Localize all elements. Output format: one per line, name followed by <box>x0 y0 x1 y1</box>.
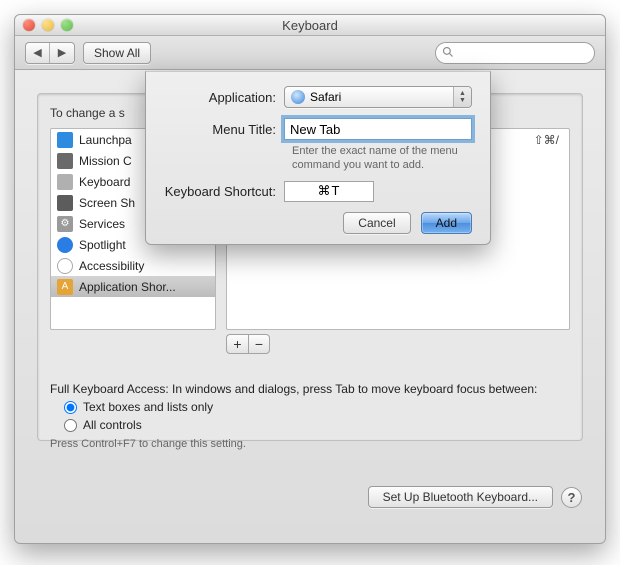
fka-radio-all[interactable]: All controls <box>64 418 537 432</box>
add-shortcut-button[interactable]: + <box>226 334 248 354</box>
sheet-buttons: Cancel Add <box>164 212 472 234</box>
accessibility-icon <box>57 258 73 274</box>
bluetooth-keyboard-button[interactable]: Set Up Bluetooth Keyboard... <box>368 486 553 508</box>
fka-radio-textboxes[interactable]: Text boxes and lists only <box>64 400 537 414</box>
sidebar-item-app-shortcuts[interactable]: A Application Shor... <box>51 276 215 297</box>
fka-intro: Full Keyboard Access: In windows and dia… <box>50 382 537 396</box>
application-row: Application: Safari ▲▼ <box>164 86 472 108</box>
sidebar-item-label: Application Shor... <box>79 280 176 294</box>
search-icon <box>442 46 454 61</box>
bottom-actions: Set Up Bluetooth Keyboard... ? <box>368 486 582 508</box>
show-all-button[interactable]: Show All <box>83 42 151 64</box>
menu-title-label: Menu Title: <box>164 122 284 137</box>
mission-control-icon <box>57 153 73 169</box>
screenshot-icon <box>57 195 73 211</box>
fka-radio-label: All controls <box>83 418 142 432</box>
popup-arrows-icon: ▲▼ <box>453 87 471 107</box>
application-popup[interactable]: Safari ▲▼ <box>284 86 472 108</box>
add-shortcut-sheet: Application: Safari ▲▼ Menu Title: Enter… <box>145 71 491 245</box>
shortcut-row: Keyboard Shortcut: ⌘T <box>164 181 472 202</box>
menu-title-help: Enter the exact name of the menu command… <box>292 144 472 173</box>
keyboard-icon <box>57 174 73 190</box>
fka-radio-textboxes-input[interactable] <box>64 401 77 414</box>
minimize-button[interactable] <box>42 19 54 31</box>
sidebar-item-label: Services <box>79 217 125 231</box>
fka-radio-label: Text boxes and lists only <box>83 400 213 414</box>
sidebar-item-label: Mission C <box>79 154 132 168</box>
titlebar[interactable]: Keyboard <box>15 15 605 36</box>
full-keyboard-access: Full Keyboard Access: In windows and dia… <box>50 382 537 450</box>
menu-title-row: Menu Title: <box>164 118 472 140</box>
search-input[interactable] <box>435 42 595 64</box>
close-button[interactable] <box>23 19 35 31</box>
application-value: Safari <box>310 90 341 104</box>
traffic-lights <box>15 19 73 31</box>
fka-hint: Press Control+F7 to change this setting. <box>50 438 537 450</box>
sidebar-item-label: Launchpa <box>79 133 132 147</box>
app-shortcuts-icon: A <box>57 279 73 295</box>
search-field-wrap <box>435 42 595 64</box>
forward-button[interactable]: ▶ <box>50 43 74 63</box>
sidebar-item-label: Accessibility <box>79 259 144 273</box>
sidebar-item-accessibility[interactable]: Accessibility <box>51 255 215 276</box>
toolbar: ◀ ▶ Show All <box>15 36 605 70</box>
launchpad-icon <box>57 132 73 148</box>
help-button[interactable]: ? <box>561 487 582 508</box>
shortcut-label: Keyboard Shortcut: <box>164 184 284 199</box>
safari-icon <box>291 90 305 104</box>
shortcut-input[interactable]: ⌘T <box>284 181 374 202</box>
back-button[interactable]: ◀ <box>26 43 50 63</box>
sidebar-item-label: Spotlight <box>79 238 126 252</box>
add-remove-segment: + − <box>226 334 570 354</box>
nav-segment: ◀ ▶ <box>25 42 75 64</box>
remove-shortcut-button[interactable]: − <box>248 334 270 354</box>
sidebar-item-label: Screen Sh <box>79 196 135 210</box>
spotlight-icon <box>57 237 73 253</box>
window-title: Keyboard <box>15 18 605 33</box>
preferences-window: Keyboard ◀ ▶ Show All To change a s Laun… <box>14 14 606 544</box>
cancel-button[interactable]: Cancel <box>343 212 410 234</box>
menu-title-input[interactable] <box>284 118 472 140</box>
fka-radio-all-input[interactable] <box>64 419 77 432</box>
zoom-button[interactable] <box>61 19 73 31</box>
sidebar-item-label: Keyboard <box>79 175 130 189</box>
add-button[interactable]: Add <box>421 212 472 234</box>
application-label: Application: <box>164 90 284 105</box>
services-icon: ⚙ <box>57 216 73 232</box>
